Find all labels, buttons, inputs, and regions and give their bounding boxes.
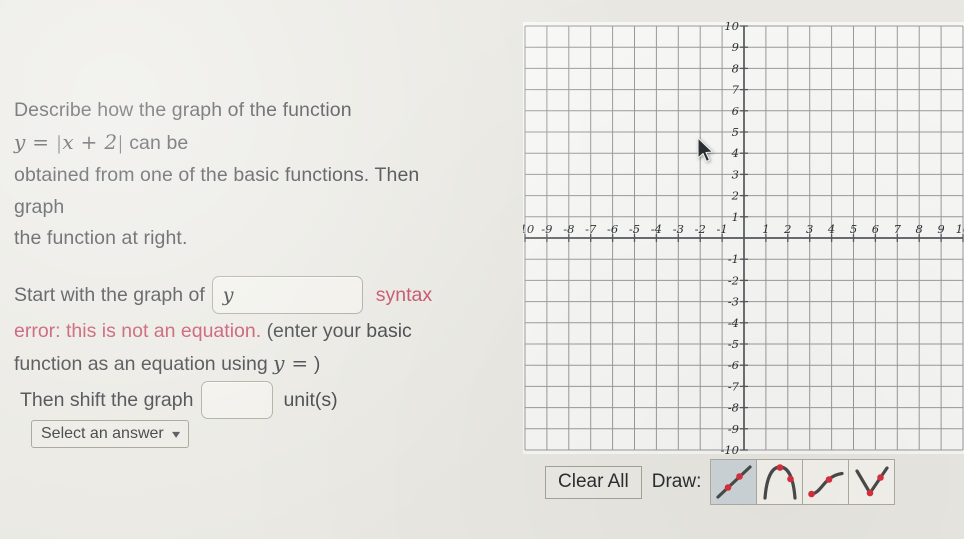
parabola-tool[interactable]: [756, 459, 804, 505]
tick-label: -5: [629, 222, 640, 236]
tick-label: 5: [850, 222, 857, 236]
curve-tool[interactable]: [802, 459, 850, 505]
tick-label: -9: [541, 222, 552, 236]
draw-label: Draw:: [651, 471, 702, 492]
question-line-2-suffix: can be: [123, 132, 189, 154]
select-answer-dropdown[interactable]: Select an answer ▾: [31, 420, 189, 448]
syntax-error-hint-prefix: function as an equation using: [14, 353, 274, 375]
tick-label: 10: [956, 222, 964, 236]
syntax-error-word: syntax: [375, 283, 433, 306]
tick-label: 1: [762, 222, 769, 236]
question-line-4: graph: [14, 196, 65, 218]
clear-all-label: Clear All: [558, 471, 629, 492]
tick-label: 8: [916, 222, 923, 236]
tick-label: 1: [732, 210, 739, 224]
tick-label: 6: [872, 222, 879, 236]
start-with-graph-row: Start with the graph of y syntax: [14, 275, 432, 315]
select-answer-label: Select an answer: [41, 425, 164, 442]
coordinate-grid[interactable]: -10-9-8-7-6-5-4-3-2-11234567891010987654…: [523, 22, 964, 454]
tick-label: 8: [732, 61, 739, 75]
tick-label: -8: [563, 222, 574, 236]
tick-label: 10: [724, 22, 739, 33]
line-icon: [716, 465, 752, 499]
tick-label: -3: [673, 222, 684, 236]
tick-label: 6: [732, 104, 739, 118]
question-line-5: the function at right.: [14, 227, 188, 249]
tick-label: -10: [720, 443, 739, 454]
tick-label: -10: [523, 222, 534, 236]
tick-label: 3: [732, 167, 739, 181]
absolute-value-tool[interactable]: [848, 459, 896, 505]
parabola-icon: [763, 464, 797, 500]
tick-label: -2: [728, 273, 739, 287]
tick-label: 3: [806, 222, 813, 236]
start-with-graph-label: Start with the graph of: [14, 283, 205, 306]
tick-label: 7: [732, 83, 740, 97]
line-tool[interactable]: [710, 459, 758, 505]
basic-function-input[interactable]: y: [211, 276, 363, 314]
syntax-error-hint-suffix: ): [308, 353, 321, 375]
clear-all-button[interactable]: Clear All: [545, 465, 642, 499]
graph-panel: -10-9-8-7-6-5-4-3-2-11234567891010987654…: [505, 0, 964, 539]
curve-icon: [808, 471, 844, 498]
shift-graph-label: Then shift the graph: [20, 388, 194, 411]
syntax-error-line-2: function as an equation using y = ): [14, 351, 320, 376]
syntax-error-hint: (enter your basic: [266, 320, 412, 342]
tick-label: 2: [731, 189, 739, 203]
graph-toolbar: Clear All Draw:: [545, 459, 896, 505]
tick-label: 2: [783, 222, 791, 236]
equation-two: 2: [104, 130, 118, 154]
equation-plus: +: [80, 130, 98, 154]
equation-y: y: [14, 130, 26, 154]
shift-amount-input[interactable]: [201, 381, 274, 419]
question-line-1: Describe how the graph of the function: [14, 99, 352, 121]
tick-label: -7: [728, 379, 740, 393]
grid-svg[interactable]: -10-9-8-7-6-5-4-3-2-11234567891010987654…: [523, 22, 964, 454]
tick-label: -3: [728, 295, 739, 309]
tick-label: -7: [585, 222, 597, 236]
tick-label: 9: [732, 40, 739, 54]
tick-label: -2: [695, 222, 706, 236]
shift-graph-row: Then shift the graph unit(s): [20, 380, 338, 420]
question-line-2: y = |x + 2| can be: [14, 132, 188, 154]
tick-label: -4: [728, 316, 739, 330]
tick-label: -5: [728, 337, 739, 351]
draw-tool-group: [710, 459, 896, 505]
syntax-error-hint-math: y =: [273, 351, 309, 375]
tick-label: -4: [651, 222, 662, 236]
tick-label: 9: [937, 222, 944, 236]
tick-label: -6: [728, 358, 739, 372]
tick-label: 5: [732, 125, 739, 139]
chevron-down-icon: ▾: [171, 427, 180, 441]
equation-x: x: [62, 130, 74, 154]
tick-label: -1: [728, 252, 739, 266]
tick-label: -9: [728, 422, 739, 436]
tick-label: -6: [607, 222, 618, 236]
question-line-3: obtained from one of the basic functions…: [14, 164, 420, 186]
question-panel: Describe how the graph of the function y…: [0, 0, 500, 539]
basic-function-value: y: [222, 284, 234, 306]
tick-label: 4: [731, 146, 739, 160]
syntax-error-text: error: this is not an equation.: [14, 320, 262, 342]
tick-label: 7: [894, 222, 902, 236]
syntax-error-line-1: error: this is not an equation. (enter y…: [14, 320, 412, 343]
tick-label: -8: [728, 401, 739, 415]
equation-equals: =: [32, 130, 50, 154]
tick-label: -1: [716, 222, 727, 236]
tick-label: 4: [827, 222, 835, 236]
v-shape-icon: [855, 466, 889, 497]
mouse-pointer-icon: [697, 137, 714, 163]
unit-label: unit(s): [283, 388, 338, 411]
